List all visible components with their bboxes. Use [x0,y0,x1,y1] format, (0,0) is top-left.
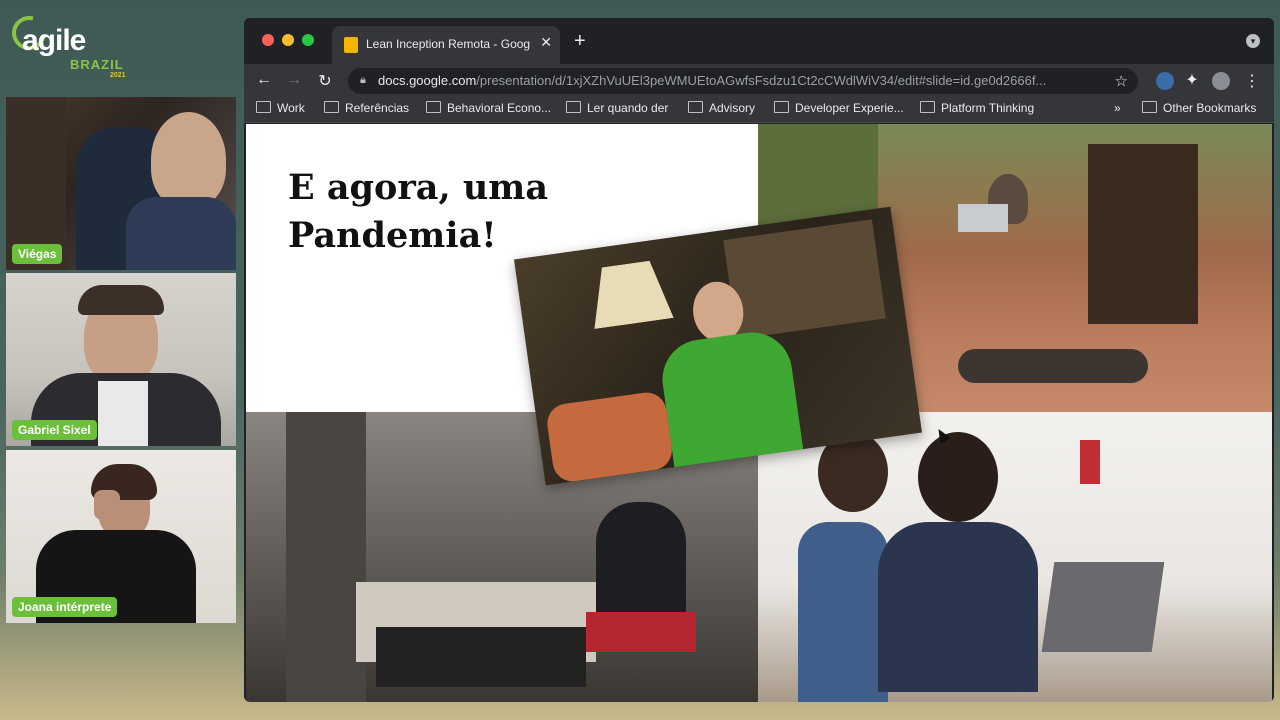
bookmark-star-icon[interactable]: ☆ [1115,72,1128,90]
folder-icon [1142,101,1157,113]
bookmarks-bar: Work Referências Behavioral Econo... Ler… [244,98,1274,123]
bookmark-label: Platform Thinking [941,101,1035,115]
bookmarks-overflow-button[interactable]: » [1114,101,1121,115]
close-tab-icon[interactable]: ✕ [540,34,552,51]
reload-icon[interactable]: ↻ [315,71,335,91]
bookmark-label: Ler quando der [587,101,669,115]
google-slides-icon [344,37,358,53]
participant-name: Joana intérprete [12,597,118,617]
bookmark-folder-ler-quando-der[interactable]: Ler quando der [566,101,668,115]
presentation-slide: E agora, uma Pandemia! [246,124,1272,702]
browser-tab[interactable]: Lean Inception Remota - Goog ✕ [332,26,560,64]
minimize-window-icon[interactable] [282,34,294,46]
url-host: docs.google.com [378,73,477,88]
agile-brazil-logo: agile BRAZIL 2021 [5,9,126,79]
folder-icon [324,101,339,113]
browser-window: Lean Inception Remota - Goog ✕ + ▾ ← → ↻… [244,18,1274,702]
extension-icon[interactable] [1156,72,1174,90]
back-icon[interactable]: ← [254,71,274,89]
address-bar[interactable]: 🔒︎ docs.google.com/presentation/d/1xjXZh… [348,68,1138,94]
folder-icon [256,101,271,113]
bookmark-folder-developer[interactable]: Developer Experie... [774,101,904,115]
browser-menu-icon[interactable]: ⋮ [1242,71,1262,91]
extensions-puzzle-icon[interactable]: ✦ [1182,70,1202,90]
logo-year: 2021 [110,72,126,79]
close-window-icon[interactable] [262,34,274,46]
participant-tile-gabriel: Gabriel Sixel [6,273,236,446]
bookmark-folder-work[interactable]: Work [256,101,305,115]
new-tab-icon[interactable]: + [574,30,586,53]
bookmark-folder-referencias[interactable]: Referências [324,101,409,115]
participant-name: Viégas [12,244,63,264]
tab-strip: Lean Inception Remota - Goog ✕ + ▾ [244,18,1274,64]
folder-icon [920,101,935,113]
bookmark-label: Work [277,101,305,115]
bookmark-folder-other[interactable]: Other Bookmarks [1142,101,1256,115]
logo-country: BRAZIL [70,57,124,72]
tab-search-icon[interactable]: ▾ [1246,34,1260,48]
bookmark-label: Referências [345,101,410,115]
slide-title-line2: Pandemia! [288,215,497,256]
url-text: docs.google.com/presentation/d/1xjXZhVuU… [378,73,1108,88]
folder-icon [566,101,581,113]
bookmark-label: Developer Experie... [795,101,904,115]
slide-title-line1: E agora, uma [288,167,549,208]
bookmark-label: Advisory [709,101,756,115]
browser-toolbar: ← → ↻ 🔒︎ docs.google.com/presentation/d/… [244,64,1274,98]
participant-tile-vie: Viégas [6,97,236,270]
folder-icon [426,101,441,113]
profile-avatar[interactable] [1212,72,1230,90]
bookmark-folder-platform[interactable]: Platform Thinking [920,101,1034,115]
bookmark-folder-behavioral[interactable]: Behavioral Econo... [426,101,551,115]
participant-tile-joana: Joana intérprete [6,450,236,623]
participant-name: Gabriel Sixel [12,420,97,440]
bookmark-folder-advisory[interactable]: Advisory [688,101,755,115]
logo-word: agile [22,24,86,57]
bookmark-label: Other Bookmarks [1163,101,1257,115]
url-path: /presentation/d/1xjXZhVuUEl3peWMUEtoAGwf… [476,73,1047,88]
maximize-window-icon[interactable] [302,34,314,46]
bookmark-label: Behavioral Econo... [447,101,552,115]
tab-title: Lean Inception Remota - Goog [366,37,531,51]
photo-mother-and-son-with-laptop [758,412,1272,702]
folder-icon [774,101,789,113]
lock-icon: 🔒︎ [360,74,366,86]
forward-icon[interactable]: → [284,71,304,89]
folder-icon [688,101,703,113]
